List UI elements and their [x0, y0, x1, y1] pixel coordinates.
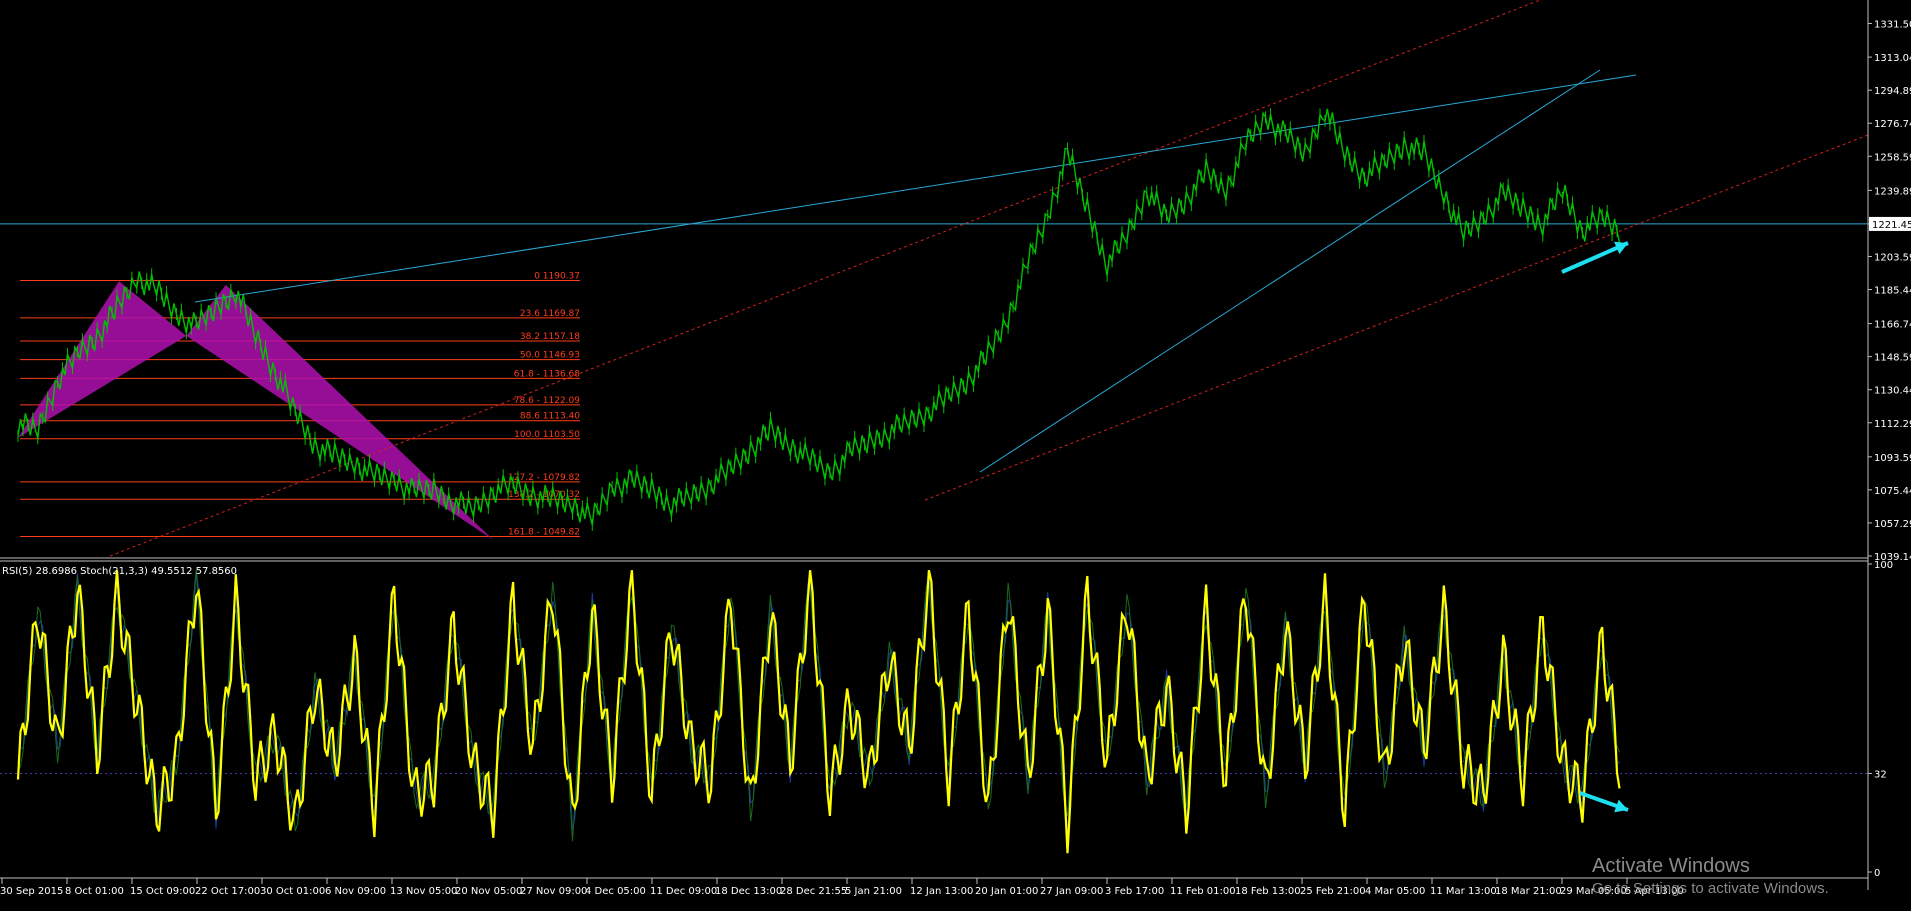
time-tick-label: 30 Oct 01:00: [260, 886, 325, 897]
time-tick-label: 30 Sep 2015: [0, 886, 63, 897]
watermark-title: Activate Windows: [1592, 855, 1750, 877]
fib-level-label: 50.0 1146.93: [520, 351, 580, 361]
trading-chart[interactable]: 0 1190.37 23.6 1169.87 38.2 1157.18 50.0 11…: [0, 0, 1911, 911]
watermark-subtitle: Go to Settings to activate Windows.: [1592, 880, 1829, 897]
time-tick-label: 8 Oct 01:00: [65, 886, 124, 897]
time-tick-label: 12 Jan 13:00: [910, 886, 973, 897]
price-tick-label: 1239.89: [1874, 186, 1911, 197]
time-tick-label: 27 Jan 09:00: [1040, 886, 1103, 897]
rsi-tick-label: 0: [1874, 868, 1880, 879]
current-price-label: 1221.45: [1872, 220, 1911, 231]
time-tick-label: 25 Feb 21:00: [1300, 886, 1366, 897]
price-tick-label: 1148.59: [1874, 353, 1911, 364]
fib-level-label: 23.6 1169.87: [520, 309, 580, 319]
price-tick-label: 1331.50: [1874, 19, 1911, 30]
price-tick-label: 1276.74: [1874, 119, 1911, 130]
time-tick-label: 4 Mar 05:00: [1365, 886, 1425, 897]
price-tick-label: 1166.74: [1874, 320, 1911, 331]
rsi-tick-label: 100: [1874, 560, 1893, 571]
time-tick-label: 20 Nov 05:00: [455, 886, 522, 897]
price-tick-label: 1112.29: [1874, 419, 1911, 430]
price-tick-label: 1313.04: [1874, 53, 1911, 64]
fib-level-label: 78.6 - 1122.09: [514, 396, 580, 406]
time-tick-label: 18 Feb 13:00: [1235, 886, 1301, 897]
fib-level-label: 88.6 1113.40: [520, 412, 580, 422]
time-tick-label: 11 Mar 13:00: [1430, 886, 1497, 897]
fib-level-label: 38.2 1157.18: [520, 332, 580, 342]
time-tick-label: 5 Jan 21:00: [845, 886, 902, 897]
time-tick-label: 18 Mar 21:00: [1495, 886, 1562, 897]
fib-level-label: 61.8 - 1136.68: [514, 369, 580, 379]
time-tick-label: 28 Dec 21:55: [780, 886, 847, 897]
time-tick-label: 11 Feb 01:00: [1170, 886, 1236, 897]
price-tick-label: 1258.59: [1874, 152, 1911, 163]
windows-activation-watermark: Activate Windows Go to Settings to activ…: [1592, 855, 1829, 897]
time-tick-label: 13 Nov 05:00: [390, 886, 457, 897]
price-tick-label: 1185.44: [1874, 286, 1911, 297]
fib-level-label: 100.0 1103.50: [514, 430, 580, 440]
price-tick-label: 1075.44: [1874, 486, 1911, 497]
time-tick-label: 20 Jan 01:00: [975, 886, 1038, 897]
time-tick-label: 6 Nov 09:00: [325, 886, 386, 897]
price-tick-label: 1294.89: [1874, 86, 1911, 97]
time-tick-label: 11 Dec 09:00: [650, 886, 717, 897]
time-tick-label: 18 Dec 13:00: [715, 886, 782, 897]
rsi-tick-label: 32: [1874, 769, 1887, 780]
fib-level-label: 0 1190.37: [534, 272, 580, 282]
fib-level-label: 161.8 - 1049.82: [508, 528, 580, 538]
time-tick-label: 22 Oct 17:00: [195, 886, 260, 897]
price-tick-label: 1093.59: [1874, 453, 1911, 464]
time-tick-label: 15 Oct 09:00: [130, 886, 195, 897]
time-tick-label: 4 Dec 05:00: [585, 886, 646, 897]
price-tick-label: 1130.44: [1874, 386, 1911, 397]
price-tick-label: 1057.29: [1874, 519, 1911, 530]
time-tick-label: 27 Nov 09:00: [520, 886, 587, 897]
indicator-label: RSI(5) 28.6986 Stoch(21,3,3) 49.5512 57.…: [2, 566, 237, 577]
price-tick-label: 1203.59: [1874, 252, 1911, 263]
time-tick-label: 3 Feb 17:00: [1105, 886, 1164, 897]
